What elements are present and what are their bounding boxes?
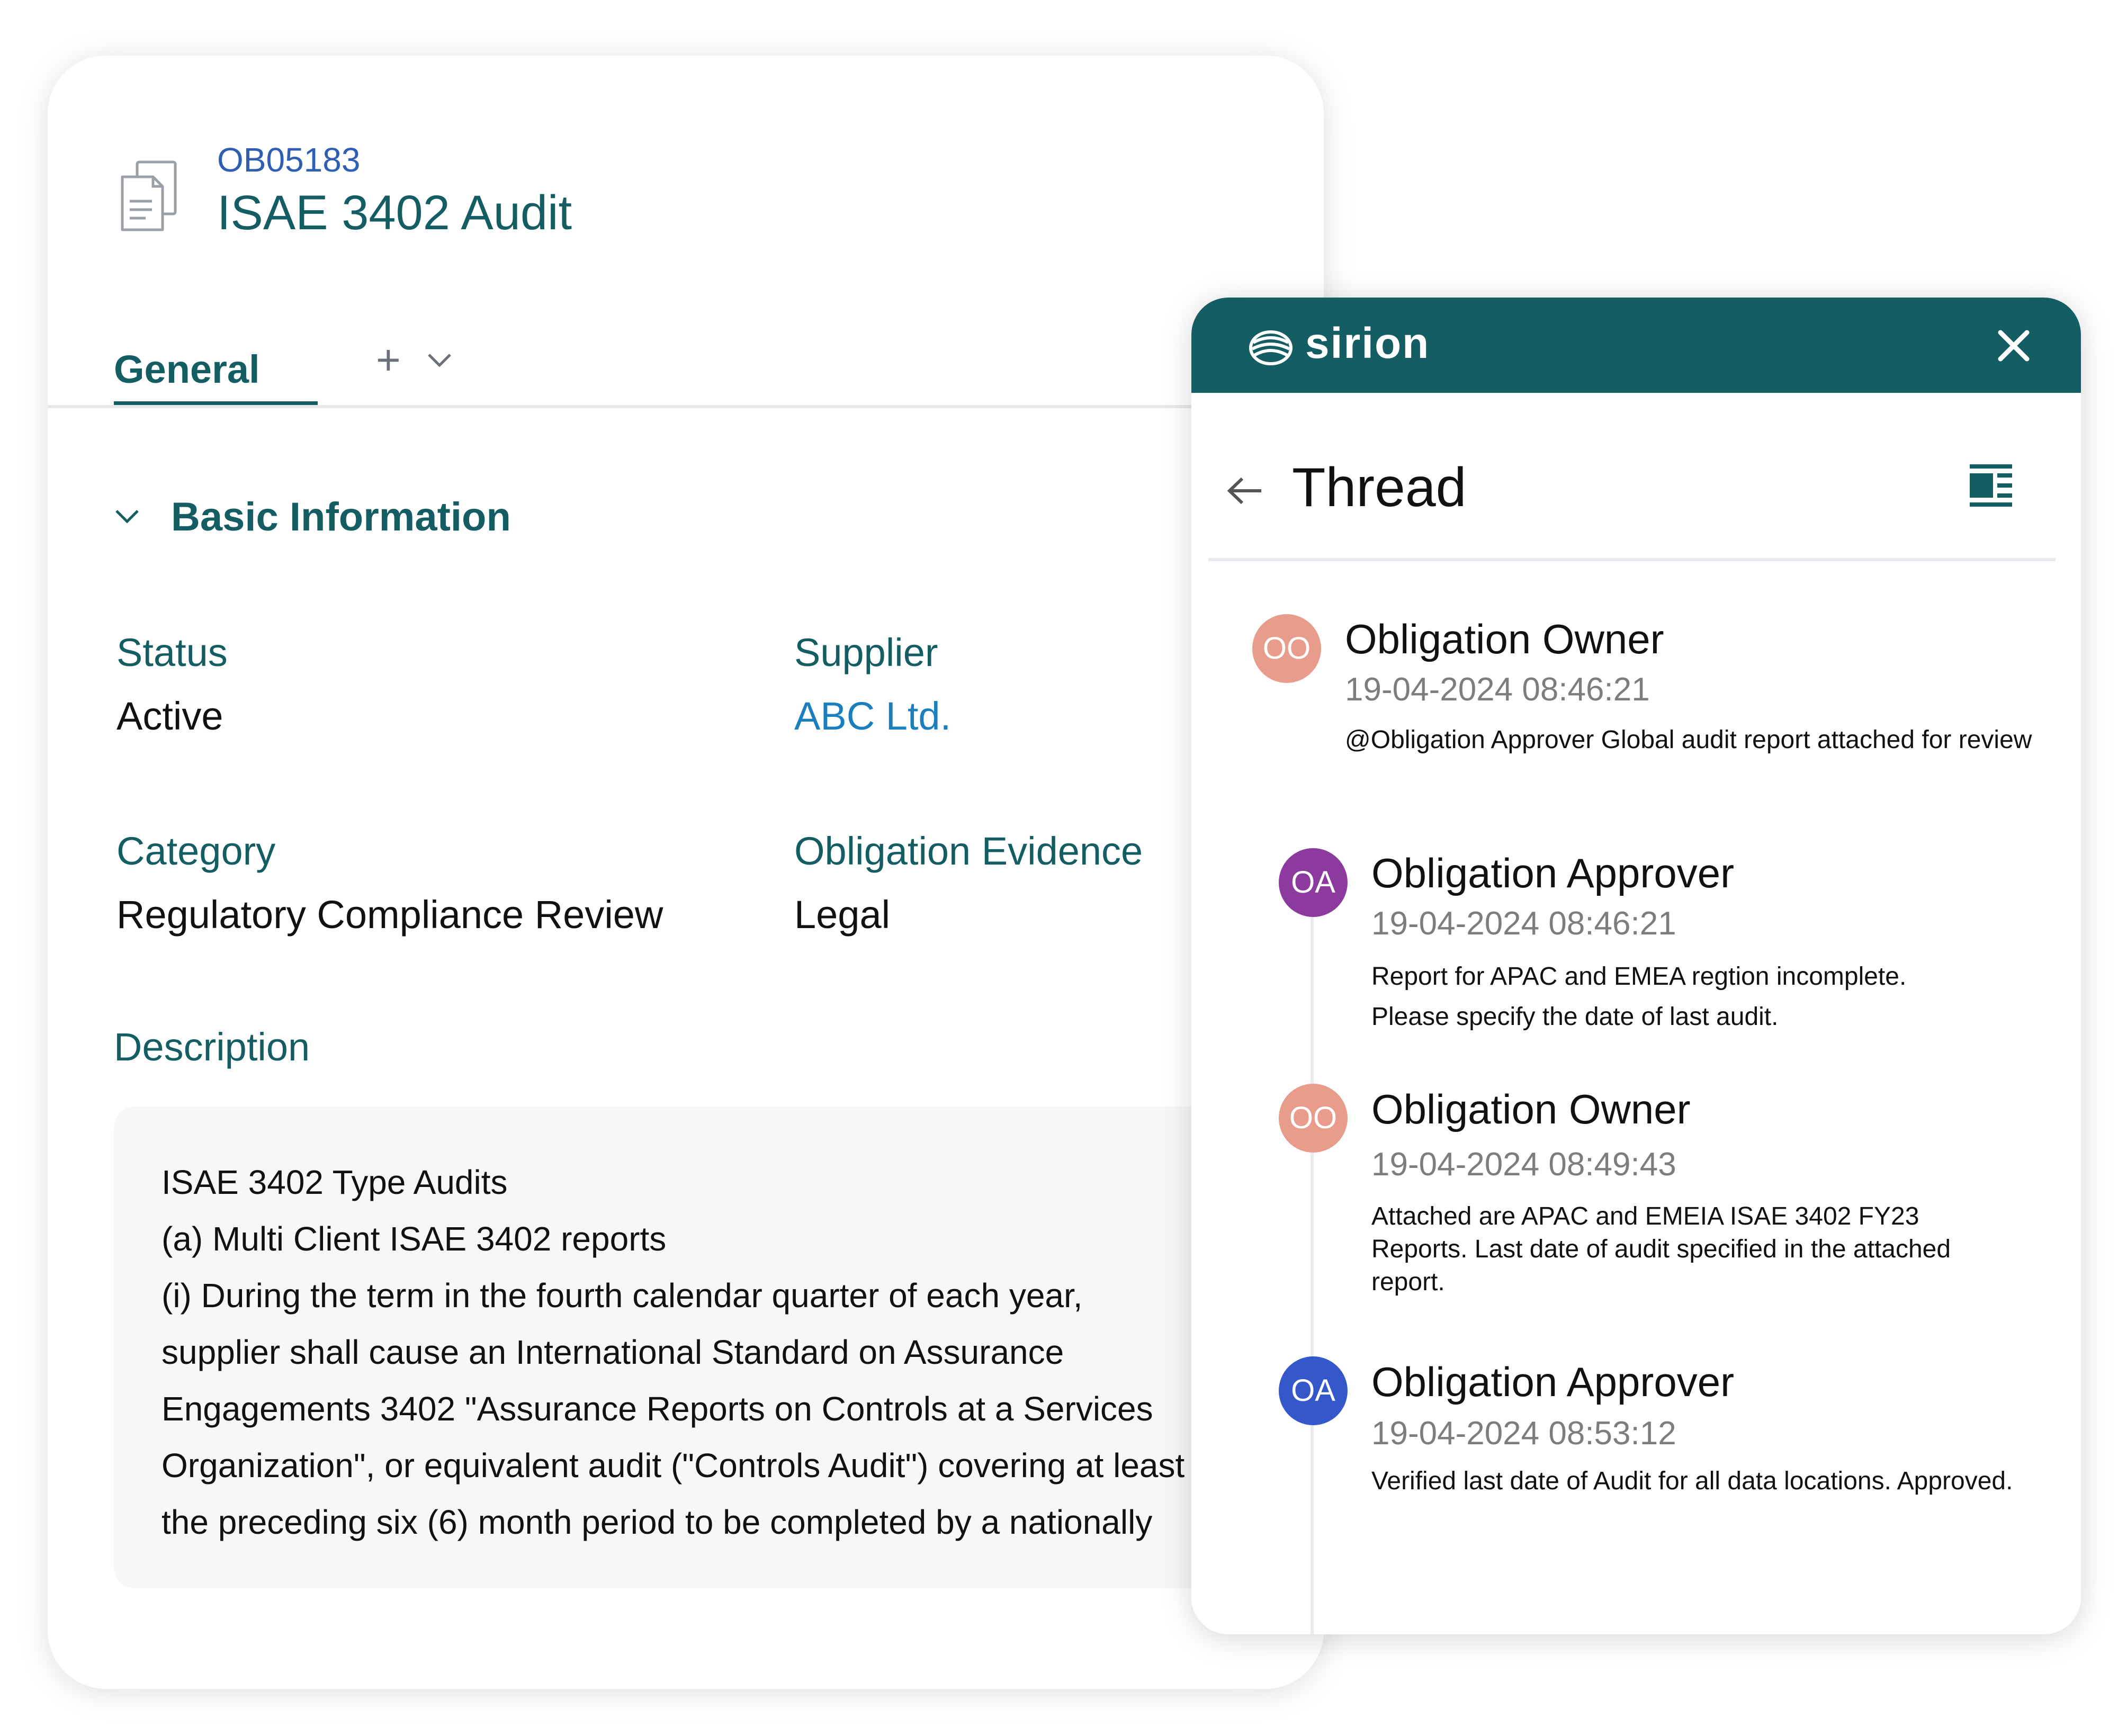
tab-general-label: General xyxy=(114,347,260,391)
message-line: Verified last date of Audit for all data… xyxy=(1371,1467,2013,1495)
avatar-initials: OA xyxy=(1291,1373,1335,1408)
description-line: ISAE 3402 Type Audits xyxy=(161,1163,508,1201)
description-box: ISAE 3402 Type Audits (a) Multi Client I… xyxy=(114,1107,1324,1588)
panel-header: sirion xyxy=(1191,298,2081,393)
message-author: Obligation Approver xyxy=(1371,1359,1735,1405)
message-body: Verified last date of Audit for all data… xyxy=(1371,1465,2039,1498)
message-body: Attached are APAC and EMEIA ISAE 3402 FY… xyxy=(1371,1200,2039,1299)
page-title: ISAE 3402 Audit xyxy=(217,186,572,240)
avatar: OO xyxy=(1252,614,1321,683)
message-line: report. xyxy=(1371,1268,1445,1296)
obligation-evidence-value: Legal xyxy=(794,893,891,937)
avatar: OA xyxy=(1279,1356,1348,1425)
avatar-initials: OA xyxy=(1291,865,1335,900)
description-line: Engagements 3402 "Assurance Reports on C… xyxy=(161,1390,1153,1428)
supplier-label: Supplier xyxy=(794,631,938,674)
thread-title: Thread xyxy=(1292,457,1467,518)
message-body: Report for APAC and EMEA regtion incompl… xyxy=(1371,957,2039,1037)
record-card: OB05183 ISAE 3402 Audit General + Basic … xyxy=(48,56,1324,1689)
category-value: Regulatory Compliance Review xyxy=(116,893,663,937)
avatar-initials: OO xyxy=(1289,1101,1338,1135)
message-line: @Obligation Approver Global audit report… xyxy=(1345,726,2032,754)
message-timestamp: 19-04-2024 08:49:43 xyxy=(1371,1146,1676,1183)
description-line: (i) During the term in the fourth calend… xyxy=(161,1276,1083,1315)
message-timestamp: 19-04-2024 08:46:21 xyxy=(1371,905,1676,942)
status-value: Active xyxy=(116,694,223,738)
message-timestamp: 19-04-2024 08:46:21 xyxy=(1345,671,1650,708)
plus-icon[interactable]: + xyxy=(376,339,413,381)
description-line: the preceding six (6) month period to be… xyxy=(161,1503,1153,1541)
message-line: Attached are APAC and EMEIA ISAE 3402 FY… xyxy=(1371,1202,1919,1230)
thread-panel: sirion Thread OO Obligation Owner 19-04-… xyxy=(1191,298,2081,1634)
reply-thread-line xyxy=(1311,880,1314,1634)
section-collapse-chevron-icon[interactable] xyxy=(111,500,143,532)
status-label: Status xyxy=(116,631,228,674)
category-label: Category xyxy=(116,829,276,873)
message-line: Reports. Last date of audit specified in… xyxy=(1371,1235,1951,1263)
message-body: @Obligation Approver Global audit report… xyxy=(1345,724,2032,757)
avatar: OO xyxy=(1279,1084,1348,1153)
description-line: (a) Multi Client ISAE 3402 reports xyxy=(161,1220,667,1258)
avatar: OA xyxy=(1279,848,1348,917)
supplier-link[interactable]: ABC Ltd. xyxy=(794,694,951,739)
panel-divider xyxy=(1208,558,2056,561)
description-line: Organization", or equivalent audit ("Con… xyxy=(161,1446,1185,1485)
back-arrow-icon[interactable] xyxy=(1223,472,1266,509)
avatar-initials: OO xyxy=(1262,631,1311,665)
chevron-down-icon[interactable] xyxy=(424,344,455,376)
message-author: Obligation Approver xyxy=(1371,850,1735,896)
close-icon[interactable] xyxy=(1996,328,2031,363)
description-line: supplier shall cause an International St… xyxy=(161,1333,1064,1371)
message-timestamp: 19-04-2024 08:53:12 xyxy=(1371,1415,1676,1452)
description-text: ISAE 3402 Type Audits (a) Multi Client I… xyxy=(161,1154,1220,1551)
description-label: Description xyxy=(114,1025,310,1069)
tab-divider xyxy=(48,405,1324,408)
section-title: Basic Information xyxy=(171,494,511,539)
message-author: Obligation Owner xyxy=(1345,616,1664,662)
message-line: Please specify the date of last audit. xyxy=(1371,1003,1779,1031)
obligation-evidence-label: Obligation Evidence xyxy=(794,829,1143,873)
tab-general[interactable]: General xyxy=(114,331,273,405)
message-line: Report for APAC and EMEA regtion incompl… xyxy=(1371,963,1907,991)
layout-toggle-icon[interactable] xyxy=(1967,462,2015,509)
message-author: Obligation Owner xyxy=(1371,1086,1691,1132)
document-icon xyxy=(121,160,177,231)
brand-name: sirion xyxy=(1305,319,1430,367)
record-id: OB05183 xyxy=(217,141,361,179)
sirion-logo-icon xyxy=(1249,330,1293,365)
